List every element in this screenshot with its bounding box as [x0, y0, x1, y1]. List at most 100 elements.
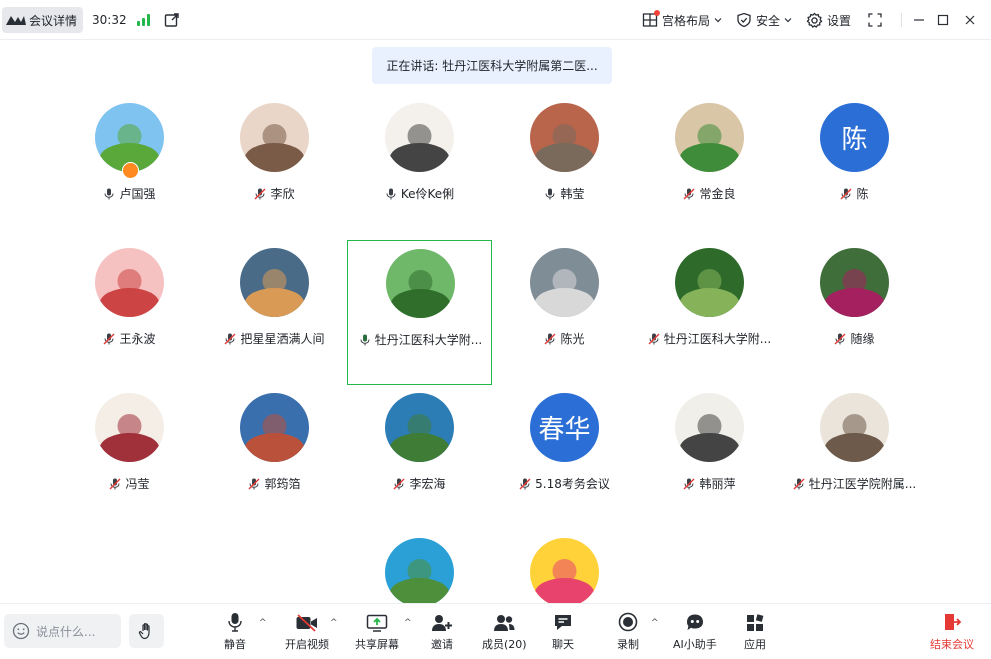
participant-name: 牡丹江医科大学附...	[663, 332, 772, 346]
invite-button[interactable]: 邀请	[431, 612, 453, 652]
mic-muted-icon	[224, 333, 236, 344]
video-options-button[interactable]: ^	[330, 612, 338, 628]
chat-icon	[555, 615, 571, 630]
participant-name-row: 牡丹江医学院附属...	[782, 475, 927, 492]
apps-button[interactable]: 应用	[744, 612, 766, 652]
participant-name: 常金良	[699, 187, 736, 201]
minimize-icon[interactable]	[912, 13, 926, 27]
participant-tile[interactable]: 李欣	[202, 95, 347, 240]
participant-tile[interactable]: 李宏海	[347, 385, 492, 530]
meeting-logo-icon	[6, 16, 26, 25]
participant-tile[interactable]: 牡丹江医科大学附...	[347, 240, 492, 385]
settings-button[interactable]: 设置	[806, 12, 851, 29]
participant-tile[interactable]: 陈陈	[782, 95, 927, 240]
share-options-button[interactable]: ^	[404, 612, 412, 628]
share-screen-button[interactable]: 共享屏幕	[355, 612, 399, 652]
participant-tile[interactable]: 牡丹江医科大学附...	[637, 240, 782, 385]
participant-name: 李欣	[270, 187, 295, 201]
ai-assistant-label: AI小助手	[673, 638, 717, 651]
participant-name-row: 郭筠箔	[202, 475, 347, 492]
chat-label: 聊天	[552, 638, 574, 651]
settings-label: 设置	[826, 13, 851, 28]
record-options-button[interactable]: ^	[651, 612, 659, 628]
close-icon[interactable]	[963, 13, 977, 27]
record-button[interactable]: 录制	[617, 612, 639, 652]
chevron-up-icon: ^	[259, 618, 267, 628]
participant-name-row: 王永波	[57, 330, 202, 347]
members-button[interactable]: 成员(20)	[482, 612, 527, 652]
participant-name: 牡丹江医学院附属...	[808, 477, 917, 491]
avatar	[820, 248, 889, 317]
chat-input[interactable]: 说点什么...	[4, 614, 121, 648]
fullscreen-icon[interactable]	[867, 12, 883, 28]
mic-muted-icon	[840, 188, 852, 199]
top-bar-left: 会议详情 30:32	[0, 6, 180, 34]
participant-tile[interactable]: 陈光	[492, 240, 637, 385]
divider	[901, 13, 902, 27]
end-meeting-button[interactable]: 结束会议	[930, 612, 974, 652]
participant-name-row: 李宏海	[347, 475, 492, 492]
participant-tile[interactable]: 随缘	[782, 240, 927, 385]
avatar	[675, 248, 744, 317]
participant-tile[interactable]: 王永波	[57, 240, 202, 385]
mute-button[interactable]: 静音	[224, 612, 246, 652]
participant-tile[interactable]	[492, 530, 637, 607]
participant-name-row: 韩丽萍	[637, 475, 782, 492]
mic-muted-icon	[248, 478, 260, 489]
share-link-icon[interactable]	[164, 12, 180, 28]
participant-tile[interactable]: 冯莹	[57, 385, 202, 530]
participant-name: 韩莹	[560, 187, 585, 201]
participant-name-row: 陈	[782, 185, 927, 202]
mute-label: 静音	[224, 638, 246, 651]
participant-name: 陈	[856, 187, 869, 201]
signal-icon	[136, 14, 150, 26]
mute-options-button[interactable]: ^	[259, 612, 267, 628]
participant-name: 把星星洒满人间	[240, 332, 325, 346]
chat-button[interactable]: 聊天	[552, 612, 574, 652]
mic-muted-icon	[544, 333, 556, 344]
hand-icon	[138, 623, 150, 640]
participant-name: 韩丽萍	[699, 477, 736, 491]
avatar	[386, 249, 455, 318]
participant-grid: 卢国强 李欣 Ke伶Ke俐 韩莹 常金良陈陈王永波 把星星洒满人间 牡丹江医科大学附... 陈…	[0, 95, 991, 607]
microphone-icon	[386, 188, 396, 199]
avatar	[240, 248, 309, 317]
share-screen-label: 共享屏幕	[355, 638, 399, 651]
participant-tile[interactable]: 郭筠箔	[202, 385, 347, 530]
security-button[interactable]: 安全	[736, 12, 792, 29]
participant-tile[interactable]: Ke伶Ke俐	[347, 95, 492, 240]
ai-assistant-button[interactable]: AI小助手	[673, 612, 717, 652]
raise-hand-button[interactable]	[129, 614, 164, 648]
apps-label: 应用	[744, 638, 766, 651]
participant-name: 李宏海	[409, 477, 446, 491]
members-label: 成员(20)	[482, 638, 527, 651]
mic-muted-icon	[254, 188, 266, 199]
start-video-button[interactable]: 开启视频	[285, 612, 329, 652]
chevron-down-icon	[714, 18, 722, 23]
participant-name: Ke伶Ke俐	[400, 187, 455, 201]
avatar	[240, 393, 309, 462]
members-icon	[494, 615, 515, 631]
meeting-details-button[interactable]: 会议详情	[2, 7, 84, 33]
avatar	[675, 103, 744, 172]
meeting-details-label: 会议详情	[29, 13, 78, 28]
participant-tile[interactable]: 卢国强	[57, 95, 202, 240]
notification-dot	[653, 9, 660, 16]
maximize-icon[interactable]	[936, 13, 950, 27]
mic-muted-icon	[834, 333, 846, 344]
avatar	[240, 103, 309, 172]
participant-tile[interactable]: 春华 5.18考务会议	[492, 385, 637, 530]
chevron-down-icon	[784, 18, 792, 23]
avatar	[820, 393, 889, 462]
participant-tile[interactable]: 牡丹江医学院附属...	[782, 385, 927, 530]
participant-tile[interactable]	[347, 530, 492, 607]
microphone-icon	[545, 188, 555, 199]
participant-tile[interactable]: 把星星洒满人间	[202, 240, 347, 385]
participant-name: 卢国强	[119, 187, 156, 201]
participant-tile[interactable]: 韩丽萍	[637, 385, 782, 530]
grid-layout-button[interactable]: 宫格布局	[642, 9, 722, 29]
participant-tile[interactable]: 常金良	[637, 95, 782, 240]
mic-muted-icon	[793, 478, 805, 489]
participant-tile[interactable]: 韩莹	[492, 95, 637, 240]
record-icon	[618, 612, 638, 632]
